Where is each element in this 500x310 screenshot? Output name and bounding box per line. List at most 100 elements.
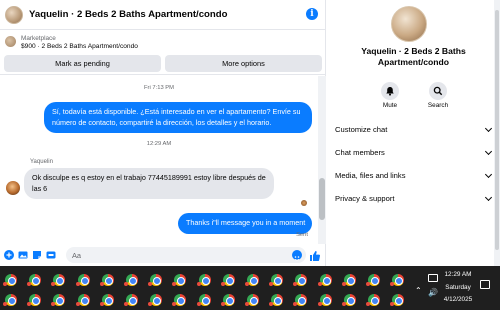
timestamp: Fri 7:13 PM [144,85,174,91]
chat-header: Yaquelin · 2 Beds 2 Baths Apartment/cond… [0,0,326,30]
sticker-icon[interactable] [32,250,42,260]
notification-badge [196,302,201,306]
media-files-links-item[interactable]: Media, files and links [335,164,495,187]
notification-badge [366,282,370,286]
notification-badge [317,282,322,286]
notification-badge [124,282,128,286]
notification-badge [3,302,7,306]
search-icon [429,82,447,100]
listing-price-title[interactable]: $900 · 2 Beds 2 Baths Apartment/condo [21,43,138,50]
mark-as-pending-button[interactable]: Mark as pending [4,55,161,72]
notification-badge [27,282,32,286]
notification-badge [148,282,153,286]
notification-badge [269,282,274,286]
customize-chat-item[interactable]: Customize chat [335,118,495,141]
privacy-support-item[interactable]: Privacy & support [335,187,495,210]
notification-badge [245,302,249,306]
mute-button[interactable]: Mute [375,82,405,109]
notification-badge [3,282,7,286]
clock-date: 4/12/2025 [443,296,473,303]
message-input[interactable] [66,247,306,263]
notification-badge [75,282,80,286]
chevron-down-icon [484,124,493,133]
notification-badge [75,302,80,306]
composer [0,244,326,266]
system-clock[interactable]: 12:29 AM Saturday 4/12/2025 [440,269,476,307]
menu-label: Media, files and links [335,171,406,180]
notification-badge [317,302,322,306]
taskbar-chrome-icon[interactable] [174,274,187,286]
chevron-up-icon[interactable]: ⌃ [415,286,422,295]
conversation-avatar[interactable] [391,6,427,42]
plus-icon[interactable] [4,250,14,260]
notification-icon[interactable] [480,280,490,289]
conversation-info-panel: Yaquelin · 2 Beds 2 Baths Apartment/cond… [327,0,500,266]
notification-badge [196,282,201,286]
search-label: Search [427,102,449,109]
notification-badge [99,302,104,306]
chat-scroll-thumb[interactable] [319,178,325,220]
chevron-down-icon [484,147,493,156]
outgoing-message[interactable]: Sí, todavía está disponible. ¿Está inter… [44,102,312,133]
taskbar: ⌃ 🔊 12:29 AM Saturday 4/12/2025 [0,266,500,310]
notification-badge [51,302,56,306]
notification-badge [269,302,274,306]
notification-badge [148,302,153,306]
more-options-button[interactable]: More options [165,55,322,72]
timestamp: 12:29 AM [146,141,172,147]
chat-title[interactable]: Yaquelin · 2 Beds 2 Baths Apartment/cond… [29,9,227,20]
messenger-window: Yaquelin · 2 Beds 2 Baths Apartment/cond… [0,0,500,310]
notification-badge [366,302,370,306]
message-status: Sent [296,232,308,238]
menu-label: Chat members [335,148,385,157]
notification-badge [124,302,128,306]
menu-label: Privacy & support [335,194,395,203]
incoming-message[interactable]: Ok disculpe es q estoy en el trabajo 774… [24,168,274,199]
listing-actions: Mark as pending More options [4,55,322,72]
volume-icon[interactable]: 🔊 [428,288,438,297]
notification-badge [172,282,177,286]
notification-badge [172,302,177,306]
gif-icon[interactable] [46,250,56,260]
info-scrollbar[interactable] [494,0,500,266]
taskbar-chrome-icon[interactable] [174,294,187,306]
mute-label: Mute [382,102,398,109]
taskbar-chrome-icon[interactable] [295,294,308,306]
taskbar-chrome-icon[interactable] [53,294,66,306]
chat-panel: Yaquelin · 2 Beds 2 Baths Apartment/cond… [0,0,326,266]
bell-icon [381,82,399,100]
chevron-down-icon [484,170,493,179]
chat-members-item[interactable]: Chat members [335,141,495,164]
thumbs-up-icon[interactable] [309,249,321,261]
notification-badge [293,282,298,286]
info-scroll-thumb[interactable] [495,10,499,250]
notification-badge [99,282,104,286]
listing-banner: Marketplace $900 · 2 Beds 2 Baths Apartm… [0,31,326,75]
sender-name: Yaquelin [30,159,53,165]
network-icon[interactable] [428,274,438,282]
contact-avatar[interactable] [5,5,23,24]
listing-thumbnail[interactable] [5,36,16,47]
info-menu: Customize chat Chat members Media, files… [335,118,495,210]
chat-scrollbar[interactable] [318,76,326,244]
info-icon[interactable]: i [306,8,318,20]
outgoing-message[interactable]: Thanks i"ll message you in a moment [178,213,312,234]
conversation-actions: Mute Search [375,82,453,109]
notification-badge [220,302,225,306]
emoji-icon[interactable] [292,250,302,261]
image-icon[interactable] [18,250,28,260]
taskbar-chrome-icon[interactable] [53,274,66,286]
listing-source: Marketplace [21,35,56,42]
chevron-down-icon [484,193,493,202]
search-button[interactable]: Search [423,82,453,109]
sender-avatar[interactable] [6,181,20,195]
notification-badge [390,302,395,306]
clock-time: 12:29 AM [444,271,472,278]
taskbar-chrome-icon[interactable] [295,274,308,286]
seen-indicator-avatar [301,200,307,206]
notification-badge [293,302,298,306]
notification-badge [245,282,249,286]
notification-badge [220,282,225,286]
menu-label: Customize chat [335,125,388,134]
notification-badge [390,282,395,286]
